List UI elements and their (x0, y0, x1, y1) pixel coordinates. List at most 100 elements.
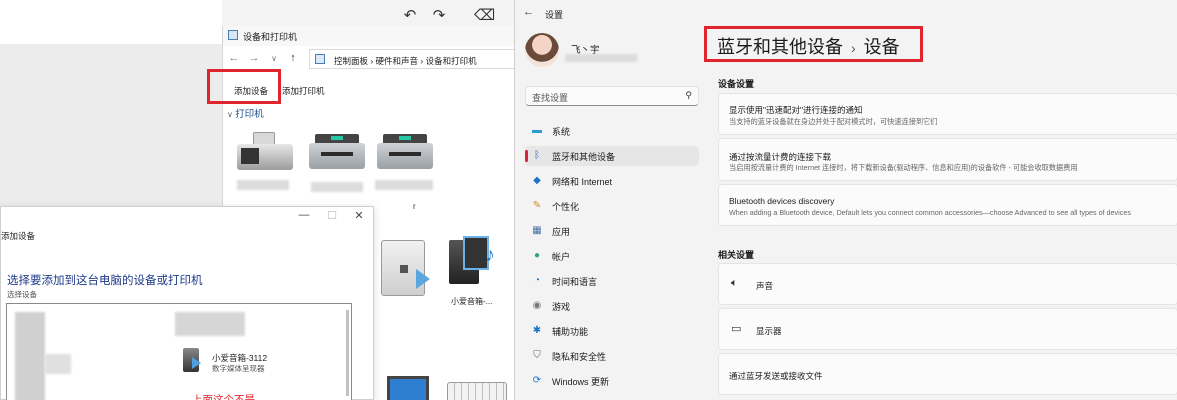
search-input[interactable]: 查找设置 ⚲ (525, 86, 699, 106)
sidebar-item-label: 个性化 (552, 202, 580, 212)
related-label: 声音 (756, 281, 774, 291)
setting-description: When adding a Bluetooth device, Default … (729, 208, 1131, 217)
related-item-send-files[interactable]: 通过蓝牙发送或接收文件 (718, 353, 1177, 395)
sidebar-item-label: 辅助功能 (552, 327, 589, 337)
back-arrow-icon[interactable]: ← (523, 6, 534, 18)
display-icon: ▭ (731, 323, 742, 335)
device-label (375, 180, 433, 190)
accessibility-icon: ✱ (532, 325, 542, 336)
bluetooth-icon: ᛒ (534, 150, 540, 161)
sidebar-item-5[interactable]: ● 帐户 (525, 246, 699, 266)
setting-card-swift-pair[interactable]: 显示使用"迅速配对"进行连接的通知 当支持的蓝牙设备就在身边并处于配对模式时，可… (718, 93, 1177, 135)
back-arrow-icon[interactable]: ← (227, 52, 241, 64)
shield-icon: ⛉ (533, 350, 541, 361)
dialog-title: 添加设备 (1, 231, 36, 241)
window-title: 设备和打印机 (243, 32, 298, 42)
scrollbar[interactable] (346, 310, 349, 396)
chevron-down-icon[interactable]: ∨ (267, 54, 281, 63)
annotation-note: 上面这个不是 (192, 394, 255, 400)
dialog-heading: 选择要添加到这台电脑的设备或打印机 (7, 275, 203, 287)
wifi-icon: ◆ (533, 175, 541, 186)
sidebar-item-label: 系统 (552, 127, 571, 137)
setting-description: 当支持的蓝牙设备就在身边并处于配对模式时，可快速连接到它们 (729, 117, 938, 126)
device-list[interactable]: 小爱音箱-3112 数字媒体呈现器 上面这个不是 (6, 303, 352, 400)
sidebar-item-2[interactable]: ◆ 网络和 Internet (525, 171, 699, 191)
setting-card-bluetooth-discovery[interactable]: Bluetooth devices discovery When adding … (718, 184, 1177, 226)
monitor-icon: ▬ (532, 125, 542, 136)
sidebar-item-label: 应用 (552, 227, 571, 237)
speaker-icon: 🔈︎ (731, 277, 738, 289)
setting-card-metered-download[interactable]: 通过按流量计费的连接下载 当启用按流量计费的 Internet 连接时，将下载新… (718, 138, 1177, 181)
device-label (311, 182, 363, 192)
redo-icon[interactable]: ↷ (429, 6, 449, 26)
printer-icon[interactable] (377, 134, 433, 174)
editor-toolbar: ↶ ↷ ⌫ (222, 0, 517, 28)
sidebar-item-label: 网络和 Internet (552, 177, 613, 187)
related-item-sound[interactable]: 🔈︎ 声音 (718, 263, 1177, 305)
sidebar-item-6[interactable]: ◔ 时间和语言 (525, 271, 699, 291)
sidebar-item-label: 时间和语言 (552, 277, 598, 287)
gamepad-icon: ◉ (532, 300, 542, 311)
close-icon[interactable]: ✕ (351, 209, 367, 222)
section-header-related: 相关设置 (718, 250, 755, 260)
sidebar-item-0[interactable]: ▬ 系统 (525, 121, 699, 141)
sidebar-item-10[interactable]: ⟳ Windows 更新 (525, 371, 699, 391)
keyboard-icon[interactable] (447, 382, 507, 400)
sidebar-item-8[interactable]: ✱ 辅助功能 (525, 321, 699, 341)
control-panel-icon (315, 54, 325, 64)
related-item-display[interactable]: ▭ 显示器 (718, 308, 1177, 350)
update-icon: ⟳ (532, 375, 542, 386)
avatar[interactable] (525, 33, 559, 67)
laptop-icon[interactable] (383, 376, 433, 400)
undo-icon[interactable]: ↶ (400, 6, 420, 26)
blurred-device (45, 354, 71, 374)
search-placeholder: 查找设置 (532, 93, 569, 103)
setting-title: Bluetooth devices discovery (729, 196, 835, 206)
sidebar-item-7[interactable]: ◉ 游戏 (525, 296, 699, 316)
up-arrow-icon[interactable]: ↑ (286, 52, 300, 64)
minimize-icon[interactable]: — (296, 209, 312, 221)
sidebar-item-label: 游戏 (552, 302, 571, 312)
highlight-box (704, 26, 923, 62)
globe-clock-icon: ◔ (533, 275, 541, 286)
eraser-icon[interactable]: ⌫ (474, 6, 495, 26)
section-header-device-settings: 设备设置 (718, 79, 755, 89)
speaker-device-label: 小爱音箱-... (451, 297, 493, 306)
blurred-device (15, 312, 45, 400)
sidebar-item-label: 帐户 (552, 252, 571, 262)
setting-title: 通过按流量计费的连接下载 (729, 152, 832, 162)
speaker-media-icon[interactable]: ♪ (449, 236, 497, 296)
sidebar-item-label: 蓝牙和其他设备 (552, 152, 616, 162)
sidebar-item-label: 隐私和安全性 (552, 352, 607, 362)
maximize-icon: ☐ (327, 210, 337, 222)
selected-indicator (525, 150, 528, 162)
window-titlebar: 设备和打印机 (223, 26, 518, 46)
address-row: ← → ∨ ↑ 控制面板 › 硬件和声音 › 设备和打印机 (223, 48, 518, 70)
sidebar-item-9[interactable]: ⛉ 隐私和安全性 (525, 346, 699, 366)
forward-arrow-icon[interactable]: → (247, 52, 261, 64)
device-label (237, 180, 289, 190)
related-label: 显示器 (756, 326, 782, 336)
related-label: 通过蓝牙发送或接收文件 (729, 371, 823, 381)
add-device-dialog: — ☐ ✕ 添加设备 选择要添加到这台电脑的设备或打印机 选择设备 小爱音箱-3… (0, 206, 374, 400)
printers-section-header[interactable]: ∨ 打印机 (227, 106, 264, 120)
devices-folder-icon (228, 30, 238, 40)
device-label: r (413, 202, 416, 211)
setting-description: 当启用按流量计费的 Internet 连接时，将下载新设备(驱动程序、信息和应用… (729, 163, 1078, 172)
highlight-box (207, 69, 281, 104)
sidebar-item-1[interactable]: ᛒ 蓝牙和其他设备 (525, 146, 699, 166)
search-icon: ⚲ (685, 90, 692, 100)
add-printer-button[interactable]: 添加打印机 (282, 85, 325, 97)
address-bar[interactable]: 控制面板 › 硬件和声音 › 设备和打印机 (309, 49, 518, 69)
media-device-icon[interactable] (381, 240, 430, 296)
sidebar-item-label: Windows 更新 (552, 377, 610, 387)
printer-icon[interactable] (309, 134, 365, 174)
sidebar-item-3[interactable]: ✎ 个性化 (525, 196, 699, 216)
chevron-down-icon: ∨ (227, 110, 236, 119)
address-breadcrumb: 控制面板 › 硬件和声音 › 设备和打印机 (334, 56, 477, 66)
sidebar-item-4[interactable]: ▦ 应用 (525, 221, 699, 241)
media-renderer-icon (183, 348, 201, 372)
blurred-device (175, 312, 245, 336)
apps-icon: ▦ (532, 225, 542, 236)
fax-printer-icon[interactable] (237, 132, 293, 172)
